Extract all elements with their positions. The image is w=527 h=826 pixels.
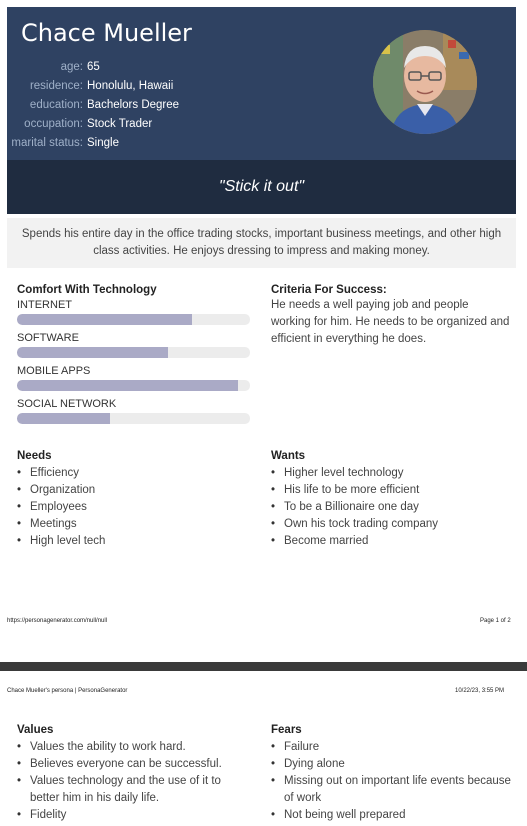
tech-label: SOFTWARE xyxy=(17,332,79,344)
tech-label: INTERNET xyxy=(17,299,72,311)
tech-bar-track xyxy=(17,347,250,358)
page-separator xyxy=(0,662,527,671)
wants-section: Wants Higher level technology His life t… xyxy=(271,450,511,550)
list-item: His life to be more efficient xyxy=(271,482,511,499)
info-value: Stock Trader xyxy=(87,118,153,130)
avatar-portrait xyxy=(373,30,477,134)
list-item: Missing out on important life events bec… xyxy=(271,773,511,807)
info-row-occupation: occupation: Stock Trader xyxy=(7,115,207,134)
tech-bar-track xyxy=(17,314,250,325)
info-label: occupation: xyxy=(24,118,83,130)
comfort-title: Comfort With Technology xyxy=(17,284,157,296)
info-value: 65 xyxy=(87,61,100,73)
info-label: marital status: xyxy=(11,137,83,149)
info-label: age: xyxy=(60,61,83,73)
page-1: Chace Mueller age: 65 residence: Honolul… xyxy=(0,0,527,662)
tech-bar-track xyxy=(17,380,250,391)
values-title: Values xyxy=(17,724,54,736)
avatar xyxy=(373,30,477,134)
list-item: Fidelity xyxy=(17,807,250,824)
tech-bar-fill xyxy=(17,380,239,391)
page-header-datetime: 10/22/23, 3:55 PM xyxy=(455,688,505,694)
criteria-for-success: Criteria For Success: He needs a well pa… xyxy=(271,284,511,348)
values-list: Values the ability to work hard. Believe… xyxy=(17,739,250,824)
persona-quote: "Stick it out" xyxy=(7,160,516,214)
list-item: Meetings xyxy=(17,516,250,533)
info-row-education: education: Bachelors Degree xyxy=(7,96,207,115)
list-item: Organization xyxy=(17,482,250,499)
fears-list: Failure Dying alone Missing out on impor… xyxy=(271,739,511,824)
persona-name: Chace Mueller xyxy=(21,19,192,47)
tech-item-software: SOFTWARE xyxy=(17,332,250,358)
footer-url[interactable]: https://personagenerator.com/null/null xyxy=(7,618,107,624)
list-item: Become married xyxy=(271,533,511,550)
info-row-residence: residence: Honolulu, Hawaii xyxy=(7,77,207,96)
criteria-title: Criteria For Success: xyxy=(271,284,387,296)
tech-bar-fill xyxy=(17,347,169,358)
info-value: Honolulu, Hawaii xyxy=(87,80,174,92)
info-value: Single xyxy=(87,137,119,149)
wants-title: Wants xyxy=(271,450,306,462)
info-value: Bachelors Degree xyxy=(87,99,180,111)
info-label: residence: xyxy=(29,80,83,92)
values-section: Values Values the ability to work hard. … xyxy=(17,724,250,824)
list-item: Values the ability to work hard. xyxy=(17,739,250,756)
tech-item-internet: INTERNET xyxy=(17,299,250,325)
needs-title: Needs xyxy=(17,450,52,462)
tech-item-mobile-apps: MOBILE APPS xyxy=(17,365,250,391)
list-item: Failure xyxy=(271,739,511,756)
list-item: Own his tock trading company xyxy=(271,516,511,533)
tech-label: MOBILE APPS xyxy=(17,365,91,377)
fears-title: Fears xyxy=(271,724,302,736)
list-item: High level tech xyxy=(17,533,250,550)
persona-description: Spends his entire day in the office trad… xyxy=(7,218,516,268)
persona-header: Chace Mueller age: 65 residence: Honolul… xyxy=(7,7,516,160)
list-item: Higher level technology xyxy=(271,465,511,482)
persona-info: age: 65 residence: Honolulu, Hawaii educ… xyxy=(7,58,207,153)
tech-bar-fill xyxy=(17,413,111,424)
list-item: To be a Billionaire one day xyxy=(271,499,511,516)
wants-list: Higher level technology His life to be m… xyxy=(271,465,511,550)
comfort-with-technology: Comfort With Technology INTERNET SOFTWAR… xyxy=(17,284,250,424)
list-item: Dying alone xyxy=(271,756,511,773)
tech-bar-fill xyxy=(17,314,192,325)
info-label: education: xyxy=(29,99,83,111)
info-row-age: age: 65 xyxy=(7,58,207,77)
tech-item-social-network: SOCIAL NETWORK xyxy=(17,398,250,424)
criteria-text: He needs a well paying job and people wo… xyxy=(271,299,510,345)
footer-page-number: Page 1 of 2 xyxy=(480,618,511,624)
needs-list: Efficiency Organization Employees Meetin… xyxy=(17,465,250,550)
info-row-marital-status: marital status: Single xyxy=(7,134,207,153)
page-header-title: Chace Mueller's persona | PersonaGenerat… xyxy=(7,688,128,694)
fears-section: Fears Failure Dying alone Missing out on… xyxy=(271,724,511,824)
needs-section: Needs Efficiency Organization Employees … xyxy=(17,450,250,550)
list-item: Efficiency xyxy=(17,465,250,482)
list-item: Believes everyone can be successful. xyxy=(17,756,250,773)
list-item: Not being well prepared xyxy=(271,807,511,824)
tech-bar-track xyxy=(17,413,250,424)
list-item: Values technology and the use of it to b… xyxy=(17,773,250,807)
list-item: Employees xyxy=(17,499,250,516)
tech-label: SOCIAL NETWORK xyxy=(17,398,117,410)
page-2: Chace Mueller's persona | PersonaGenerat… xyxy=(0,671,527,826)
